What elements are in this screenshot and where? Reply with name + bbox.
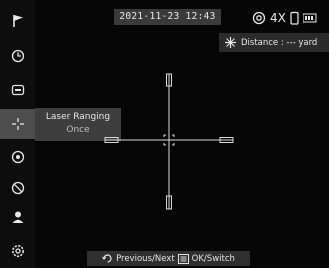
- cycle-icon: [102, 254, 112, 263]
- bottom-hint-bar: Previous/Next OK/Switch: [87, 251, 250, 266]
- thermal-viewfinder-screen: Laser Ranging Once 2021-11-23 12:43 4X D…: [0, 0, 329, 268]
- crosshair-reticle: [104, 73, 234, 210]
- hint-previous-next: Previous/Next: [116, 253, 175, 264]
- hint-ok-switch: OK/Switch: [191, 253, 235, 264]
- menu-icon: [177, 253, 189, 264]
